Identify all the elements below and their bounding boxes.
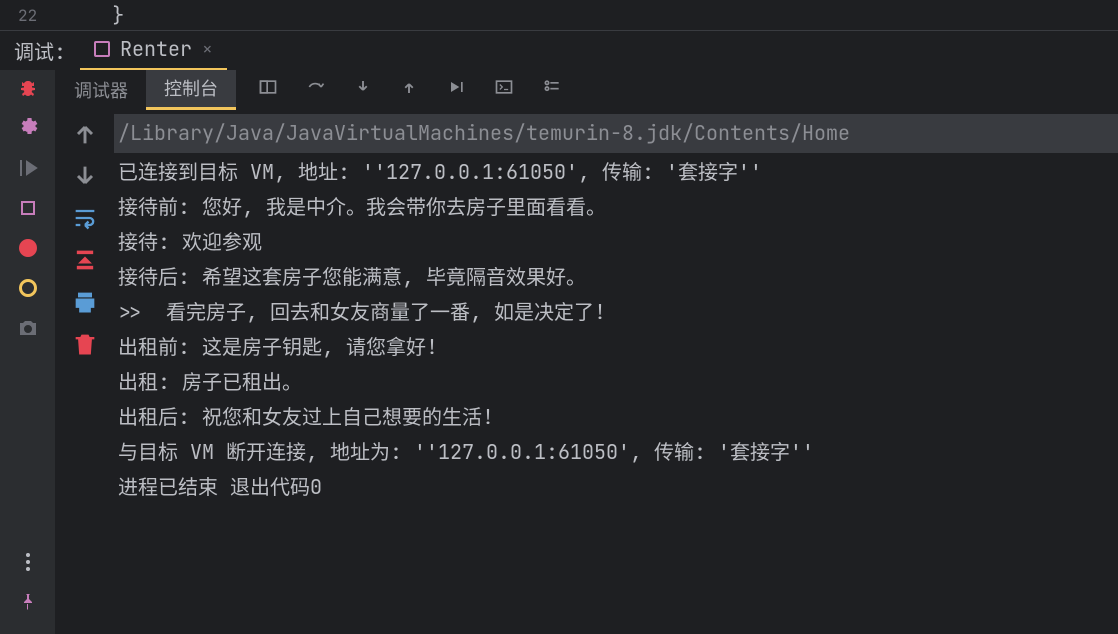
camera-icon[interactable]: [16, 316, 40, 340]
soft-wrap-icon[interactable]: [71, 204, 99, 232]
code-brace: }: [112, 2, 124, 28]
run-config-icon: [94, 41, 110, 57]
sub-tabs: 调试器 控制台: [56, 70, 1118, 110]
console-line: 进程已结束 退出代码0: [114, 470, 1118, 505]
layout-icon[interactable]: [258, 77, 278, 103]
console-line: >> 看完房子, 回去和女友商量了一番, 如是决定了!: [114, 295, 1118, 330]
debug-label: 调试:: [0, 36, 80, 65]
console-line: 出租后: 祝您和女友过上自己想要的生活!: [114, 400, 1118, 435]
step-over-icon[interactable]: [306, 77, 326, 103]
mute-breakpoint-icon[interactable]: [16, 276, 40, 300]
console-toolbar: [56, 110, 114, 634]
breakpoint-icon[interactable]: [16, 236, 40, 260]
scroll-to-end-icon[interactable]: [71, 246, 99, 274]
console-line: 出租: 房子已租出。: [114, 365, 1118, 400]
run-to-cursor-icon[interactable]: [446, 77, 466, 103]
evaluate-icon[interactable]: [494, 77, 514, 103]
console-output[interactable]: /Library/Java/JavaVirtualMachines/temuri…: [114, 110, 1118, 634]
scroll-down-icon[interactable]: [71, 162, 99, 190]
more-icon[interactable]: [16, 550, 40, 574]
bug-icon[interactable]: [16, 76, 40, 100]
console-line: 出租前: 这是房子钥匙, 请您拿好!: [114, 330, 1118, 365]
clear-icon[interactable]: [71, 330, 99, 358]
debug-header: 调试: Renter ×: [0, 30, 1118, 70]
step-into-icon[interactable]: [354, 78, 372, 102]
console-line: 接待后: 希望这套房子您能满意, 毕竟隔音效果好。: [114, 260, 1118, 295]
line-number: 22: [18, 5, 37, 26]
editor-gutter: 22 }: [0, 0, 1118, 30]
print-icon[interactable]: [71, 288, 99, 316]
left-toolbar: [0, 70, 56, 634]
trace-icon[interactable]: [542, 77, 562, 103]
resume-icon[interactable]: [16, 156, 40, 180]
stop-icon[interactable]: [16, 196, 40, 220]
console-line: 与目标 VM 断开连接, 地址为: ''127.0.0.1:61050', 传输…: [114, 435, 1118, 470]
tab-console[interactable]: 控制台: [146, 70, 236, 110]
console-line: 接待: 欢迎参观: [114, 225, 1118, 260]
scroll-up-icon[interactable]: [71, 120, 99, 148]
console-line: 已连接到目标 VM, 地址: ''127.0.0.1:61050', 传输: '…: [114, 155, 1118, 190]
pin-icon[interactable]: [16, 590, 40, 614]
debug-tab-renter[interactable]: Renter ×: [80, 31, 227, 71]
step-out-icon[interactable]: [400, 78, 418, 102]
console-line: 接待前: 您好, 我是中介。我会带你去房子里面看看。: [114, 190, 1118, 225]
close-icon[interactable]: ×: [202, 38, 213, 61]
tab-debugger[interactable]: 调试器: [56, 70, 146, 110]
gear-icon[interactable]: [16, 116, 40, 140]
debug-tab-label: Renter: [120, 36, 192, 62]
console-path: /Library/Java/JavaVirtualMachines/temuri…: [114, 114, 1118, 153]
